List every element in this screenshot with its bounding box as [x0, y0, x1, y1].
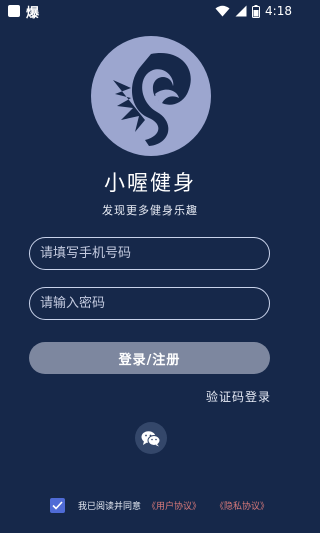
battery-icon [252, 4, 261, 18]
user-agreement-link[interactable]: 《用户协议》 [147, 499, 201, 512]
privacy-policy-link[interactable]: 《隐私协议》 [215, 499, 269, 512]
status-right: 4:18 [215, 4, 292, 18]
clock-time: 4:18 [265, 4, 292, 18]
agreement-row: 我已阅读并同意 《用户协议》 《隐私协议》 [50, 496, 269, 514]
app-logo [91, 36, 211, 156]
wechat-icon [141, 430, 161, 446]
agreement-checkbox[interactable] [50, 497, 65, 513]
status-left: 爆 [8, 2, 39, 21]
agreement-text: 我已阅读并同意 [78, 501, 142, 512]
app-title: 小喔健身 [104, 171, 196, 195]
password-input[interactable] [29, 287, 270, 320]
status-bar: 爆 4:18 [0, 0, 300, 22]
wechat-login-button[interactable] [135, 422, 167, 454]
wifi-icon [215, 5, 230, 17]
code-login-link[interactable]: 验证码登录 [206, 388, 271, 405]
seahorse-logo-icon [113, 53, 191, 146]
app-subtitle: 发现更多健身乐趣 [102, 204, 198, 217]
signal-icon [235, 5, 247, 17]
login-screen: 爆 4:18 小喔健身 发现更多健身乐趣 请填写手机号码 登录/注册 验证码登录… [0, 0, 300, 533]
notification-text: 爆 [26, 5, 40, 21]
checkmark-icon [52, 500, 63, 510]
app-notification-icon [8, 5, 20, 17]
login-register-button[interactable]: 登录/注册 [29, 342, 270, 374]
phone-input[interactable] [29, 237, 270, 270]
